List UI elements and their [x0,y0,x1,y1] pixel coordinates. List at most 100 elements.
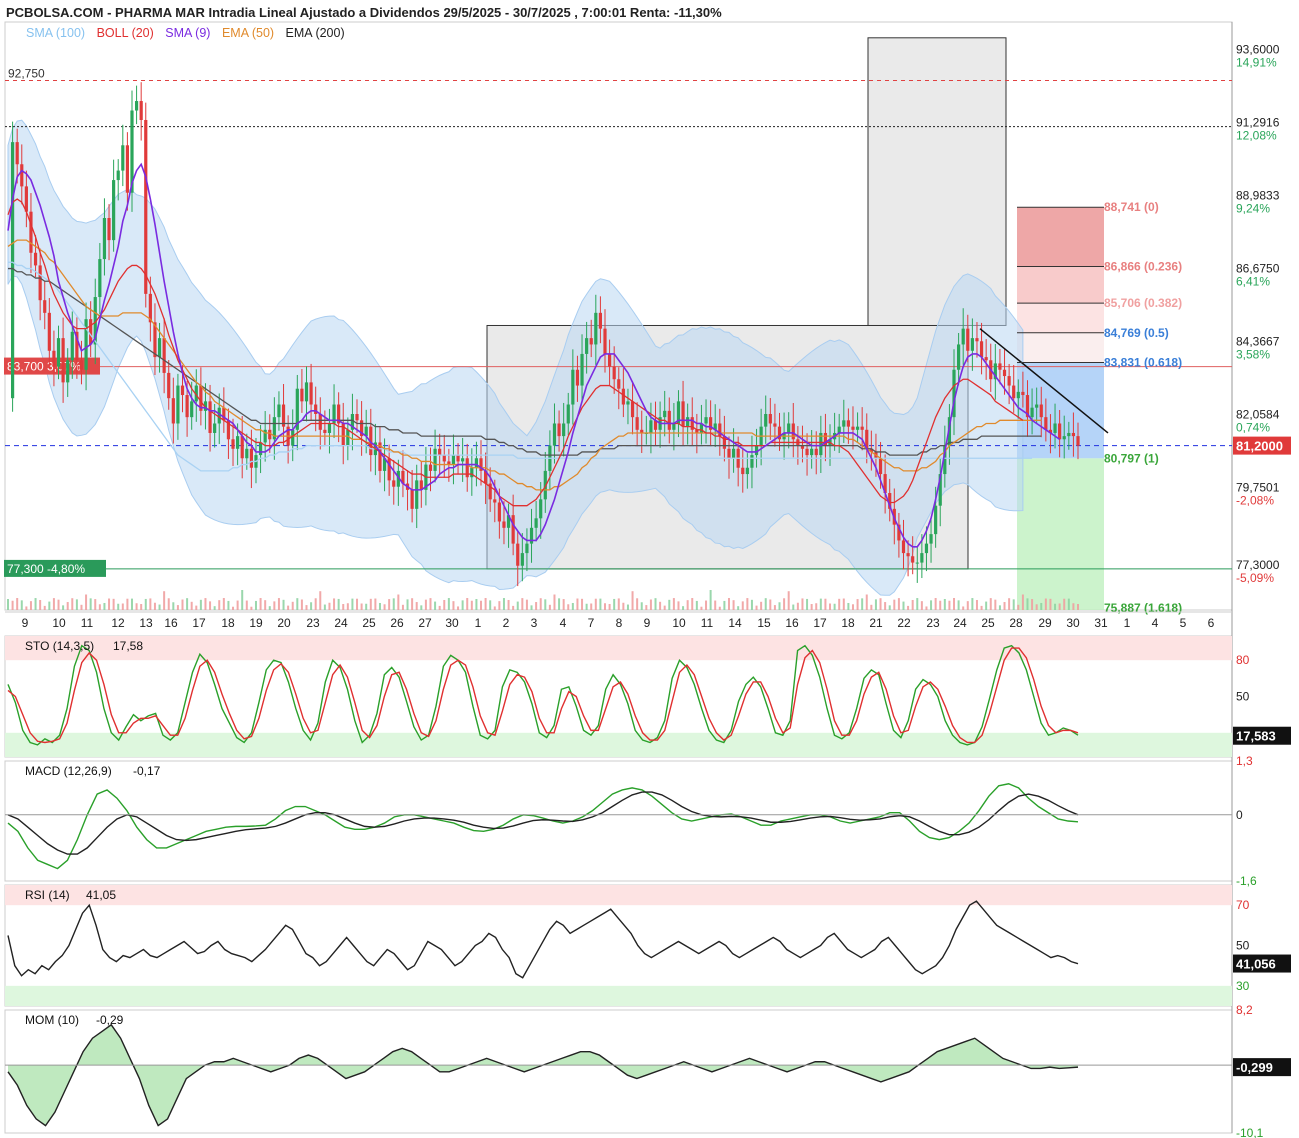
candle-body [589,338,593,345]
fib-label-5: 80,797 (1) [1104,451,1159,465]
volume-bar [613,598,616,610]
fib-zone-2 [1017,303,1104,333]
volume-bar [126,598,129,610]
panel-last-label-1: 17,583 [1236,729,1276,744]
candle-body [190,401,194,418]
volume-bar [236,600,239,610]
volume-bar [998,605,1001,610]
panel-tick-1-1: 50 [1236,690,1250,704]
x-label-29: 29 [1038,616,1052,630]
volume-bar [792,604,795,610]
price-tick-pct-5: 0,74% [1236,420,1270,434]
x-label-16: 16 [785,616,799,630]
volume-bar [585,603,588,610]
volume-bar [457,606,460,610]
zone-low-1 [5,732,1232,757]
volume-bar [273,601,276,610]
panel-tick-3-1: 50 [1236,939,1250,953]
volume-bar [507,599,510,610]
series-1-0 [7,644,1079,746]
panel-value-4: -0,29 [96,1013,124,1027]
candle-body [1021,391,1025,396]
candle-body [258,442,263,456]
volume-bar [989,598,992,610]
volume-bar [346,603,349,610]
fib-label-6: 75,887 (1.618) [1104,601,1182,615]
panel-tick-4-0: 8,2 [1236,1003,1253,1017]
candle-body [516,543,520,566]
volume-bar [222,598,225,610]
volume-bar [71,598,74,610]
fib-label-3: 84,769 (0.5) [1104,326,1169,340]
volume-bar [750,599,753,610]
chart-root: { "title": "PCBOLSA.COM - PHARMA MAR Int… [0,0,1299,1138]
volume-bar [241,590,244,610]
series-3-0 [7,900,1079,979]
volume-bar [34,598,37,610]
volume-bar [769,599,772,610]
volume-bar [1077,604,1079,610]
candle-body [461,458,465,462]
volume-bar [11,600,14,610]
volume-bar [567,604,570,610]
volume-bar [227,600,230,610]
volume-bar [787,591,790,610]
volume-bar [25,606,28,610]
candle-body [906,553,910,557]
candle-body [240,436,244,459]
volume-bar [411,598,414,610]
candle-body [621,388,625,405]
volume-bar [135,603,138,610]
volume-bar [424,599,427,610]
volume-bar [668,599,671,610]
candle-body [236,436,240,449]
volume-bar [553,594,556,610]
x-label-22: 22 [897,616,911,630]
volume-bar [484,598,487,610]
candle-body [525,543,529,554]
candle-body [626,401,630,405]
volume-bar [516,601,519,610]
volume-bar [140,604,143,610]
x-label-4: 4 [1152,616,1159,630]
candle-body [1062,436,1066,440]
volume-bar [659,601,662,610]
candle-body [966,328,970,351]
volume-bar [645,605,648,610]
x-label-17: 17 [813,616,827,630]
candle-body [837,426,841,433]
volume-bar [870,604,873,610]
candle-body [70,331,74,361]
candle-body [442,455,446,462]
volume-bar [264,600,267,610]
volume-bar [360,603,363,610]
candle-body [116,170,120,181]
volume-bar [677,601,680,610]
candle-body [1053,423,1057,433]
volume-bar [594,598,597,610]
volume-bar [480,600,483,610]
candle-body [121,145,125,171]
candle-body [649,420,653,433]
volume-bar [342,604,345,610]
candle-body [511,515,515,544]
volume-bar [727,598,730,610]
volume-bar [714,600,717,610]
x-label-2: 2 [503,616,510,630]
volume-bar [204,598,207,610]
volume-bar [323,604,326,610]
x-label-31: 31 [1094,616,1108,630]
volume-bar [117,603,120,610]
candle-body [920,553,924,563]
volume-bar [1035,604,1038,610]
panel-tick-2-2: -1,6 [1236,874,1257,888]
candle-body [29,211,33,253]
panel-name-4: MOM (10) [25,1013,79,1027]
volume-bar [121,603,124,610]
volume-bar [576,598,579,610]
x-label-25: 25 [362,616,376,630]
candle-body [984,357,988,361]
volume-bar [209,601,212,610]
volume-bar [397,594,400,610]
volume-bar [470,600,473,610]
